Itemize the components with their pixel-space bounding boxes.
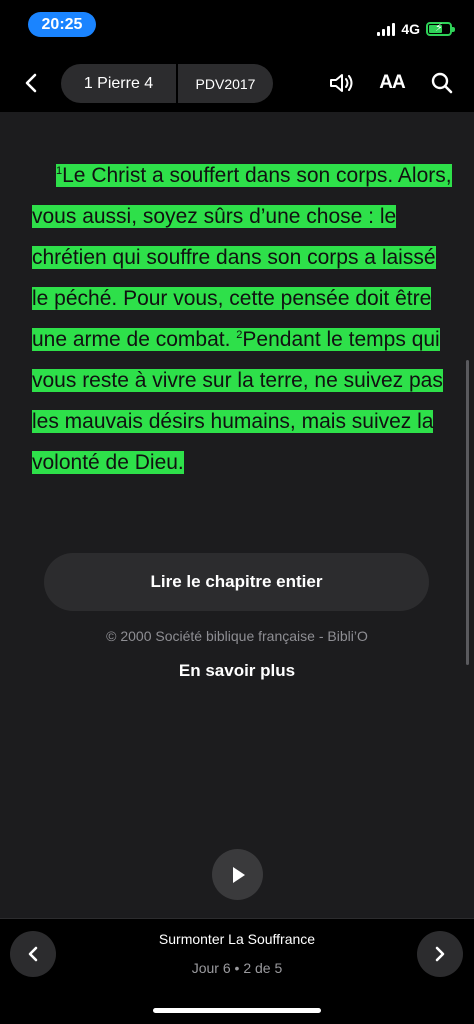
text-size-icon: AA [379, 72, 405, 93]
version-button[interactable]: PDV2017 [178, 76, 273, 92]
verse-passage[interactable]: 1Le Christ a souffert dans son corps. Al… [32, 155, 452, 483]
reference-selector: 1 Pierre 4 PDV2017 [61, 64, 273, 103]
plan-progress: Jour 6 • 2 de 5 [191, 960, 283, 976]
plan-title: Surmonter La Souffrance [158, 931, 316, 947]
app-screen: 20:25 4G ⚡ 1 Pierre 4 PDV2017 AA 1Le Chr… [0, 0, 474, 1024]
chevron-right-icon [435, 946, 445, 962]
status-indicators: 4G ⚡ [377, 19, 455, 39]
top-bar: 20:25 4G ⚡ 1 Pierre 4 PDV2017 AA [0, 0, 474, 112]
network-type: 4G [401, 21, 420, 37]
verse-text: Le Christ a souffert dans son corps. Alo… [32, 164, 452, 351]
home-indicator[interactable] [153, 1008, 321, 1013]
learn-more-link[interactable]: En savoir plus [0, 661, 474, 681]
battery-icon: ⚡ [426, 22, 455, 36]
status-time: 20:25 [28, 12, 96, 37]
back-button[interactable] [14, 66, 48, 100]
plan-navigation: Surmonter La Souffrance Jour 6 • 2 de 5 [0, 918, 474, 1024]
book-chapter-button[interactable]: 1 Pierre 4 [61, 75, 176, 93]
next-day-button[interactable] [417, 931, 463, 977]
back-chevron-icon [25, 73, 37, 93]
play-icon [232, 866, 245, 883]
speaker-icon [330, 74, 353, 92]
copyright-text: © 2000 Société biblique française - Bibl… [106, 628, 368, 644]
scrollbar[interactable] [466, 360, 469, 665]
signal-icon [377, 22, 396, 36]
text-size-button[interactable]: AA [375, 66, 409, 100]
play-button[interactable] [212, 849, 263, 900]
audio-button[interactable] [324, 66, 358, 100]
verse-highlight[interactable]: 1Le Christ a souffert dans son corps. Al… [32, 164, 452, 474]
read-full-chapter-button[interactable]: Lire le chapitre entier [44, 553, 429, 611]
search-icon [431, 72, 453, 94]
verse-paragraph: 1Le Christ a souffert dans son corps. Al… [32, 155, 452, 483]
search-button[interactable] [425, 66, 459, 100]
